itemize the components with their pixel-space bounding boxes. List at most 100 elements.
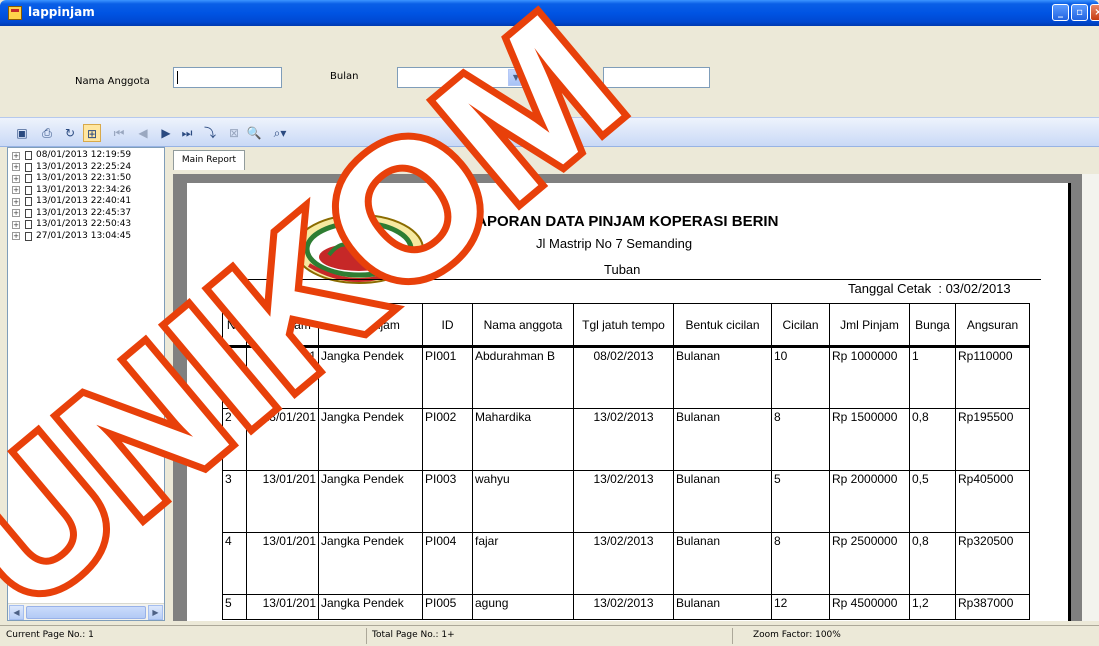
col-header: Bunga — [909, 303, 956, 348]
nama-anggota-label: Nama Anggota — [75, 76, 150, 87]
cell-cicilan: 8 — [771, 408, 830, 471]
cell-jns-pinjam: Jangka Pendek — [318, 594, 423, 620]
expand-icon[interactable]: + — [12, 209, 20, 217]
col-header: Angsuran — [955, 303, 1030, 348]
export-icon[interactable]: ▣ — [13, 124, 31, 142]
koperasi-logo — [294, 214, 424, 284]
report-vertical-scrollbar[interactable] — [1082, 174, 1099, 621]
first-page-icon[interactable]: ⏮ — [110, 124, 128, 142]
cell-jatuh-tempo: 13/02/2013 — [573, 408, 674, 471]
chevron-down-icon[interactable]: ▼ — [508, 69, 524, 86]
cell-bunga: 1,2 — [909, 594, 956, 620]
expand-icon[interactable]: + — [12, 220, 20, 229]
cell-angsuran: Rp110000 — [955, 346, 1030, 409]
cell-bentuk-cicilan: Bulanan — [673, 470, 772, 533]
previous-page-icon[interactable]: ◀ — [134, 124, 152, 142]
tree-item[interactable]: +13/01/2013 22:34:26 — [8, 185, 164, 197]
search-icon[interactable]: 🔍 — [245, 124, 263, 142]
close-view-icon[interactable]: ⊠ — [225, 124, 243, 142]
document-icon — [25, 208, 32, 218]
cell-tgl-pinjam: 13/01/201 — [246, 532, 319, 595]
tree-item[interactable]: +13/01/2013 22:25:24 — [8, 162, 164, 174]
filter-panel: Nama Anggota Bulan ▼ Tahun — [0, 26, 1099, 116]
bulan-select[interactable]: ▼ — [397, 67, 526, 88]
cell-jml-pinjam: Rp 1000000 — [829, 346, 910, 409]
expand-icon[interactable]: + — [12, 232, 20, 240]
table-row: 2 13/01/201 Jangka Pendek PI002 Mahardik… — [222, 408, 1030, 471]
tree-item[interactable]: +13/01/2013 22:31:50 — [8, 173, 164, 185]
table-row: 5 13/01/201 Jangka Pendek PI005 agung 13… — [222, 594, 1030, 620]
window-title: lappinjam — [28, 5, 95, 19]
cell-jml-pinjam: Rp 2500000 — [829, 532, 910, 595]
cell-bunga: 0,8 — [909, 408, 956, 471]
cell-jns-pinjam: Jangka Pendek — [318, 532, 423, 595]
maximize-button[interactable]: ▫ — [1071, 4, 1088, 21]
cell-angsuran: Rp387000 — [955, 594, 1030, 620]
cell-nama: Abdurahman B — [472, 346, 574, 409]
tab-main-report[interactable]: Main Report — [173, 150, 245, 170]
status-divider — [366, 628, 367, 644]
col-header: Tgl jatuh tempo — [573, 303, 674, 348]
close-button[interactable]: × — [1090, 4, 1099, 21]
goto-page-icon[interactable]: ⤵ — [201, 124, 219, 142]
cell-jml-pinjam: Rp 4500000 — [829, 594, 910, 620]
title-bar: lappinjam _ ▫ × — [0, 0, 1099, 26]
col-header: Bentuk cicilan — [673, 303, 772, 348]
cell-jml-pinjam: Rp 1500000 — [829, 408, 910, 471]
scroll-right-icon[interactable]: ▶ — [148, 605, 163, 620]
cell-angsuran: Rp320500 — [955, 532, 1030, 595]
tree-item[interactable]: +13/01/2013 22:40:41 — [8, 196, 164, 208]
document-icon — [25, 197, 32, 206]
zoom-icon[interactable]: ⌕▾ — [268, 124, 292, 142]
refresh-icon[interactable]: ↻ — [61, 124, 79, 142]
scroll-left-icon[interactable]: ◀ — [9, 605, 24, 620]
cell-bentuk-cicilan: Bulanan — [673, 408, 772, 471]
expand-icon[interactable]: + — [12, 174, 20, 183]
expand-icon[interactable]: + — [12, 197, 20, 206]
table-header-row: No Tgl Pinjam Jns Pinjam ID Nama anggota… — [222, 303, 1030, 348]
expand-icon[interactable]: + — [12, 151, 20, 160]
report-title: LAPORAN DATA PINJAM KOPERASI BERIN — [467, 213, 779, 230]
cell-cicilan: 8 — [771, 532, 830, 595]
text-cursor — [177, 71, 178, 84]
current-page-status: Current Page No.: 1 — [6, 630, 94, 640]
cell-cicilan: 5 — [771, 470, 830, 533]
tree-item[interactable]: +27/01/2013 13:04:45 — [8, 231, 164, 243]
tree-horizontal-scrollbar[interactable]: ◀ ▶ — [8, 603, 164, 620]
loan-table: No Tgl Pinjam Jns Pinjam ID Nama anggota… — [222, 303, 1030, 620]
print-icon[interactable]: ⎙ — [38, 124, 56, 142]
status-bar: Current Page No.: 1 Total Page No.: 1+ Z… — [0, 625, 1099, 646]
cell-angsuran: Rp405000 — [955, 470, 1030, 533]
document-icon — [25, 220, 32, 229]
col-header: ID — [422, 303, 473, 348]
cell-id: PI002 — [422, 408, 473, 471]
tree-item[interactable]: +08/01/2013 12:19:59 — [8, 150, 164, 162]
expand-icon[interactable]: + — [12, 163, 20, 171]
report-area: Main Report LAPORAN DATA PINJAM KOPERASI… — [165, 147, 1099, 621]
scroll-thumb[interactable] — [26, 606, 146, 619]
tree-item[interactable]: +13/01/2013 22:45:37 — [8, 208, 164, 220]
report-viewer: LAPORAN DATA PINJAM KOPERASI BERIN Jl Ma… — [173, 174, 1099, 621]
cell-bunga: 1 — [909, 346, 956, 409]
col-header: Cicilan — [771, 303, 830, 348]
expand-icon[interactable]: + — [12, 186, 20, 194]
cell-no: 3 — [222, 470, 247, 533]
cell-jatuh-tempo: 08/02/2013 — [573, 346, 674, 409]
last-page-icon[interactable]: ⏭ — [178, 124, 196, 142]
next-page-icon[interactable]: ▶ — [157, 124, 175, 142]
cell-jml-pinjam: Rp 2000000 — [829, 470, 910, 533]
tree-item[interactable]: +13/01/2013 22:50:43 — [8, 219, 164, 231]
col-header: Tgl Pinjam — [246, 303, 319, 348]
cell-cicilan: 10 — [771, 346, 830, 409]
minimize-button[interactable]: _ — [1052, 4, 1069, 21]
tahun-input[interactable] — [603, 67, 710, 88]
group-tree: +08/01/2013 12:19:59 +13/01/2013 22:25:2… — [7, 147, 165, 621]
cell-id: PI005 — [422, 594, 473, 620]
nama-anggota-input[interactable] — [173, 67, 282, 88]
report-city: Tuban — [604, 262, 641, 277]
cell-bentuk-cicilan: Bulanan — [673, 532, 772, 595]
group-tree-icon[interactable]: ⊞ — [83, 124, 101, 142]
cell-jns-pinjam: Jangka Pendek — [318, 408, 423, 471]
cell-nama: Mahardika — [472, 408, 574, 471]
print-date-value: 03/02/2013 — [945, 281, 1011, 296]
